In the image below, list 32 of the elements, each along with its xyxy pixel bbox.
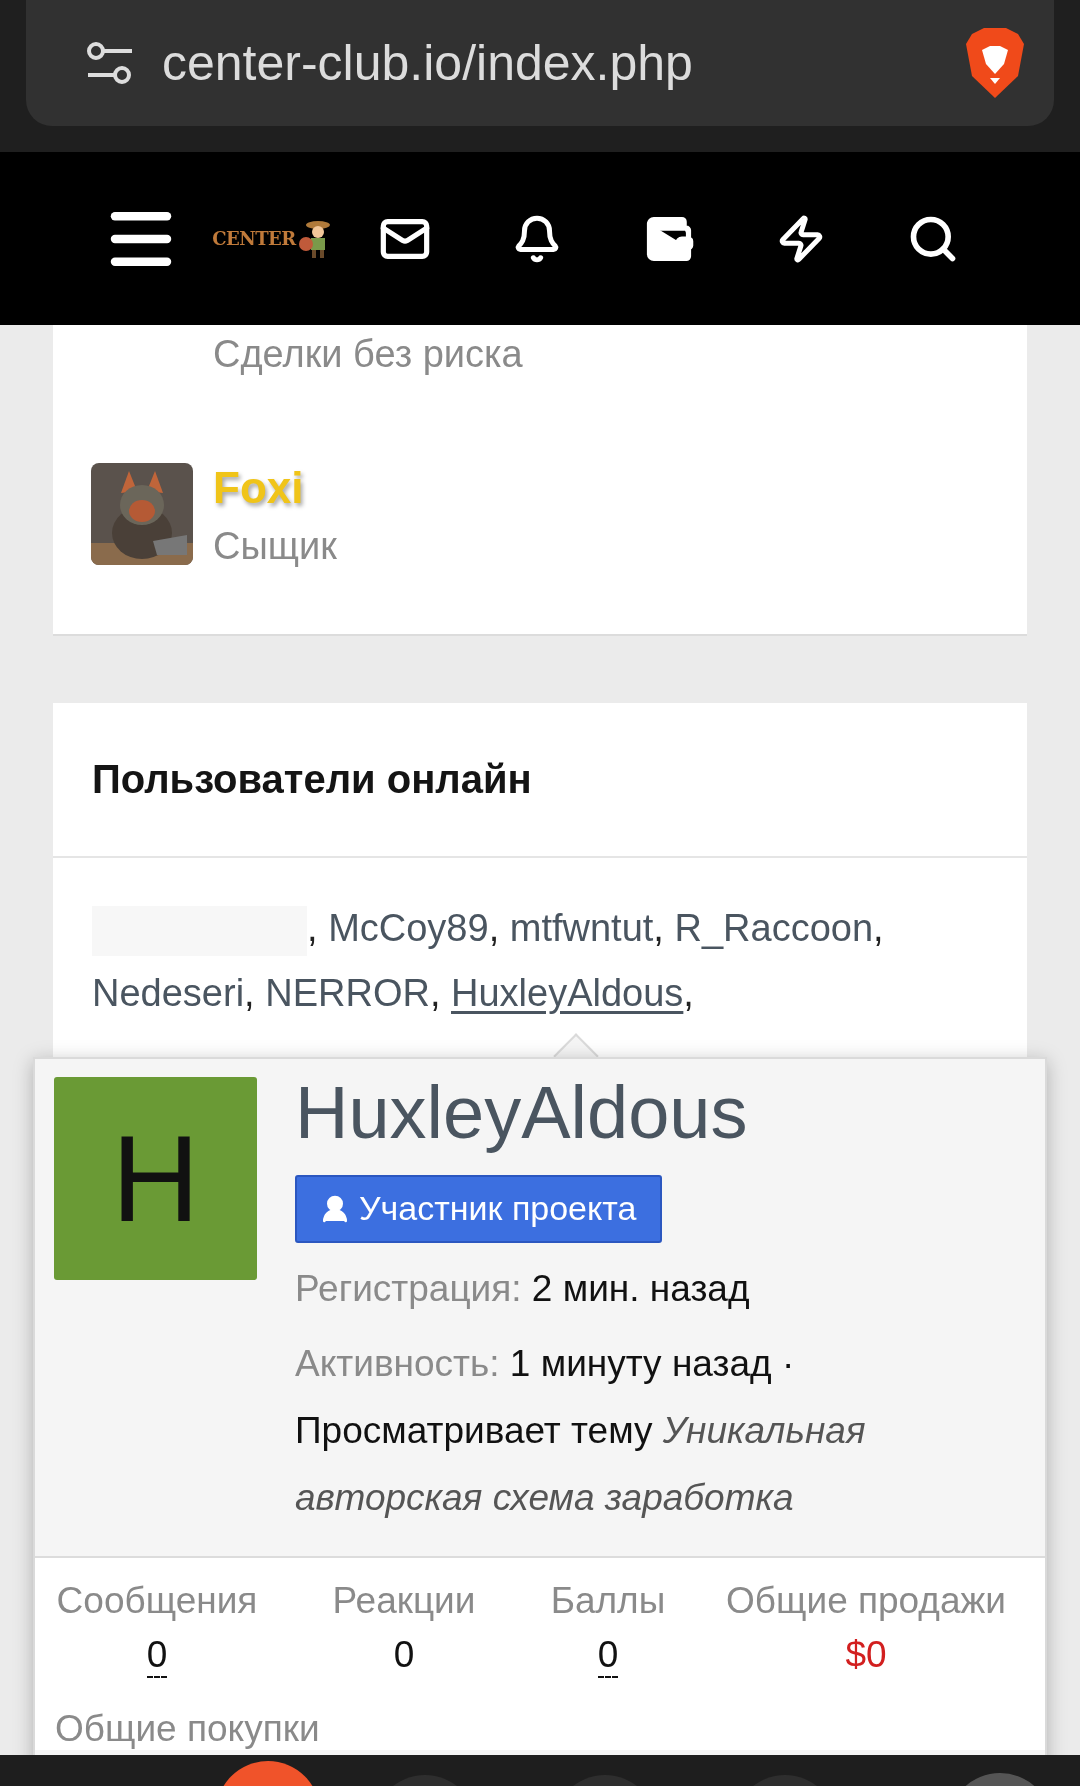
user-link[interactable]: NERROR [265, 972, 430, 1014]
avatar-letter: H [54, 1077, 257, 1280]
site-logo[interactable]: CENTER [212, 218, 334, 259]
comma: , [307, 907, 318, 949]
activity-text: Активность: 1 минуту назад · Просматривает тему Уникальная авторская схема заработка [295, 1342, 867, 1520]
role-badge: Участник проекта [295, 1175, 663, 1243]
comma: , [429, 972, 441, 1014]
comma: , [683, 972, 694, 1014]
stat-label: Сообщения [56, 1580, 258, 1622]
comma: , [488, 907, 500, 949]
user-link[interactable]: mtfwntut [509, 907, 654, 949]
user-link[interactable]: HuxleyAldous [451, 972, 684, 1014]
user-link[interactable]: R_Raccoon [674, 907, 874, 949]
user-link[interactable]: McCoy89 [328, 907, 489, 949]
comma: , [653, 907, 664, 949]
user-link[interactable]: Nedeseri [92, 972, 245, 1014]
comma: , [244, 972, 255, 1014]
stat-label: Общие покупки [55, 1708, 320, 1749]
stat-label: Баллы [550, 1580, 666, 1622]
member-title: Сыщик [213, 525, 337, 568]
stat-label: Реакции [332, 1580, 476, 1622]
stat-value: $0 [845, 1634, 887, 1677]
popup-username[interactable]: HuxleyAldous [295, 1073, 915, 1153]
comma: , [873, 907, 884, 949]
logo-text: CENTER [212, 228, 296, 249]
registration-line: Регистрация: 2 мин. назад [295, 1267, 751, 1311]
card-title: Пользователи онлайн [92, 757, 532, 802]
stat-value: 0 [393, 1634, 415, 1677]
site-settings-icon[interactable] [86, 41, 134, 85]
stat-label: Общие продажи [726, 1580, 1006, 1622]
member-title: Сделки без риска [213, 333, 523, 375]
lion-shield-icon[interactable] [964, 28, 1026, 98]
